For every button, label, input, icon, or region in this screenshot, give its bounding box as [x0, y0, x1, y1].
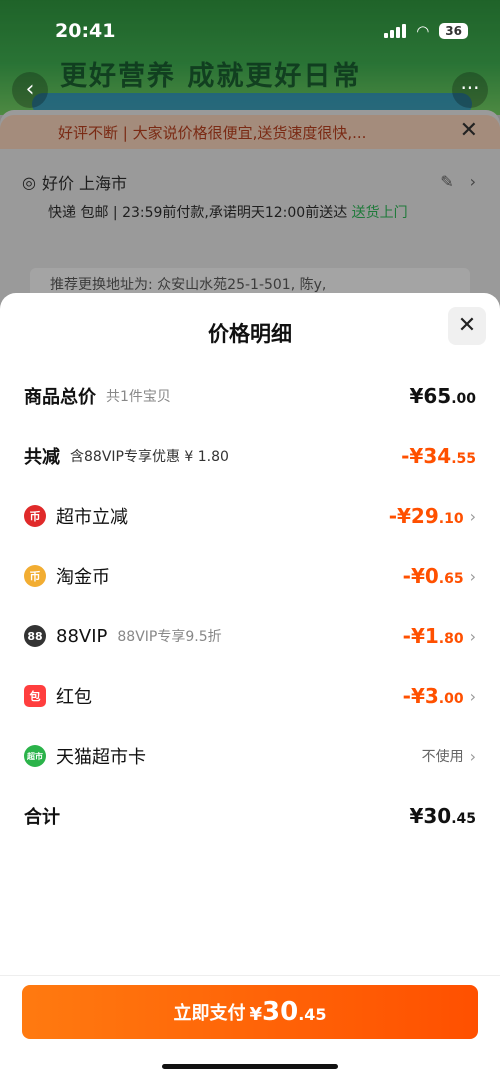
row-value: -¥34.55: [401, 444, 476, 468]
red-packet-icon: 包: [24, 685, 46, 707]
more-button[interactable]: ···: [452, 72, 488, 108]
status-icons: ◠ 36: [384, 22, 468, 40]
row-label: 共减: [24, 447, 60, 468]
row-label: 合计: [24, 807, 60, 828]
row-supermarket-card[interactable]: 超市 天猫超市卡 不使用 ›: [24, 741, 476, 771]
row-taojinbi[interactable]: 币 淘金币 -¥0.65 ›: [24, 561, 476, 591]
chevron-right-icon[interactable]: ›: [470, 172, 476, 191]
row-sub: 含88VIP专享优惠 ¥ 1.80: [70, 449, 229, 465]
supermarket-card-icon: 超市: [24, 745, 46, 767]
close-button[interactable]: ✕: [448, 307, 486, 345]
supermarket-discount-icon: 币: [24, 505, 46, 527]
address-title: 好价 上海市: [41, 174, 128, 193]
chevron-right-icon: ›: [469, 626, 476, 646]
row-value: ¥30.45: [409, 804, 476, 828]
row-label: 天猫超市卡: [56, 747, 146, 768]
delivery-info: 快递 包邮 | 23:59前付款,承诺明天12:00前送达 送货上门: [48, 202, 448, 225]
row-value: -¥0.65: [402, 564, 464, 588]
pay-amount: ¥30.45: [249, 997, 327, 1027]
back-button[interactable]: ‹: [12, 72, 48, 108]
row-value: -¥3.00: [402, 684, 464, 708]
address-title-row[interactable]: ◎ 好价 上海市: [22, 170, 127, 194]
address-actions: ✎ ›: [440, 172, 476, 191]
edit-icon[interactable]: ✎: [440, 172, 453, 191]
row-grand-total: 合计 ¥30.45: [24, 801, 476, 831]
sheet-title: 价格明细: [208, 322, 292, 346]
location-icon: ◎: [22, 172, 36, 192]
row-red-packet[interactable]: 包 红包 -¥3.00 ›: [24, 681, 476, 711]
vip-88-icon: 88: [24, 625, 46, 647]
chevron-right-icon: ›: [469, 746, 476, 766]
delivery-info-text: 快递 包邮 | 23:59前付款,承诺明天12:00前送达: [48, 205, 348, 221]
footer-divider: [0, 975, 500, 976]
chevron-right-icon: ›: [469, 686, 476, 706]
row-88vip[interactable]: 88 88VIP 88VIP专享9.5折 -¥1.80 ›: [24, 621, 476, 651]
row-value: -¥1.80: [402, 624, 464, 648]
notice-close-icon[interactable]: ✕: [460, 118, 478, 143]
wifi-icon: ◠: [416, 22, 430, 40]
row-label: 超市立减: [56, 507, 128, 528]
chevron-right-icon: ›: [469, 506, 476, 526]
row-label: 88VIP: [56, 625, 108, 647]
battery-icon: 36: [439, 23, 468, 39]
pay-now-button[interactable]: 立即支付 ¥30.45: [22, 985, 478, 1039]
row-label: 红包: [56, 687, 92, 708]
coin-icon: 币: [24, 565, 46, 587]
row-value: 不使用: [421, 749, 464, 765]
row-value: ¥65.00: [409, 384, 476, 408]
status-bar: 20:41 ◠ 36: [0, 0, 500, 56]
home-indicator: [162, 1064, 338, 1069]
chevron-right-icon: ›: [469, 566, 476, 586]
row-goods-total: 商品总价 共1件宝贝 ¥65.00: [24, 381, 476, 411]
row-value: -¥29.10: [388, 504, 464, 528]
row-label: 淘金币: [56, 567, 110, 588]
row-sub: 共1件宝贝: [106, 389, 171, 405]
row-sub: 88VIP专享9.5折: [117, 629, 222, 645]
status-time: 20:41: [55, 20, 116, 42]
notice-text: 好评不断 | 大家说价格很便宜,送货速度很快,...: [58, 124, 367, 142]
row-label: 商品总价: [24, 387, 96, 408]
row-total-discount: 共减 含88VIP专享优惠 ¥ 1.80 -¥34.55: [24, 441, 476, 471]
pay-label: 立即支付: [173, 1003, 246, 1024]
row-supermarket-discount[interactable]: 币 超市立减 -¥29.10 ›: [24, 501, 476, 531]
signal-icon: [384, 24, 407, 38]
delivery-door-text: 送货上门: [351, 205, 408, 221]
